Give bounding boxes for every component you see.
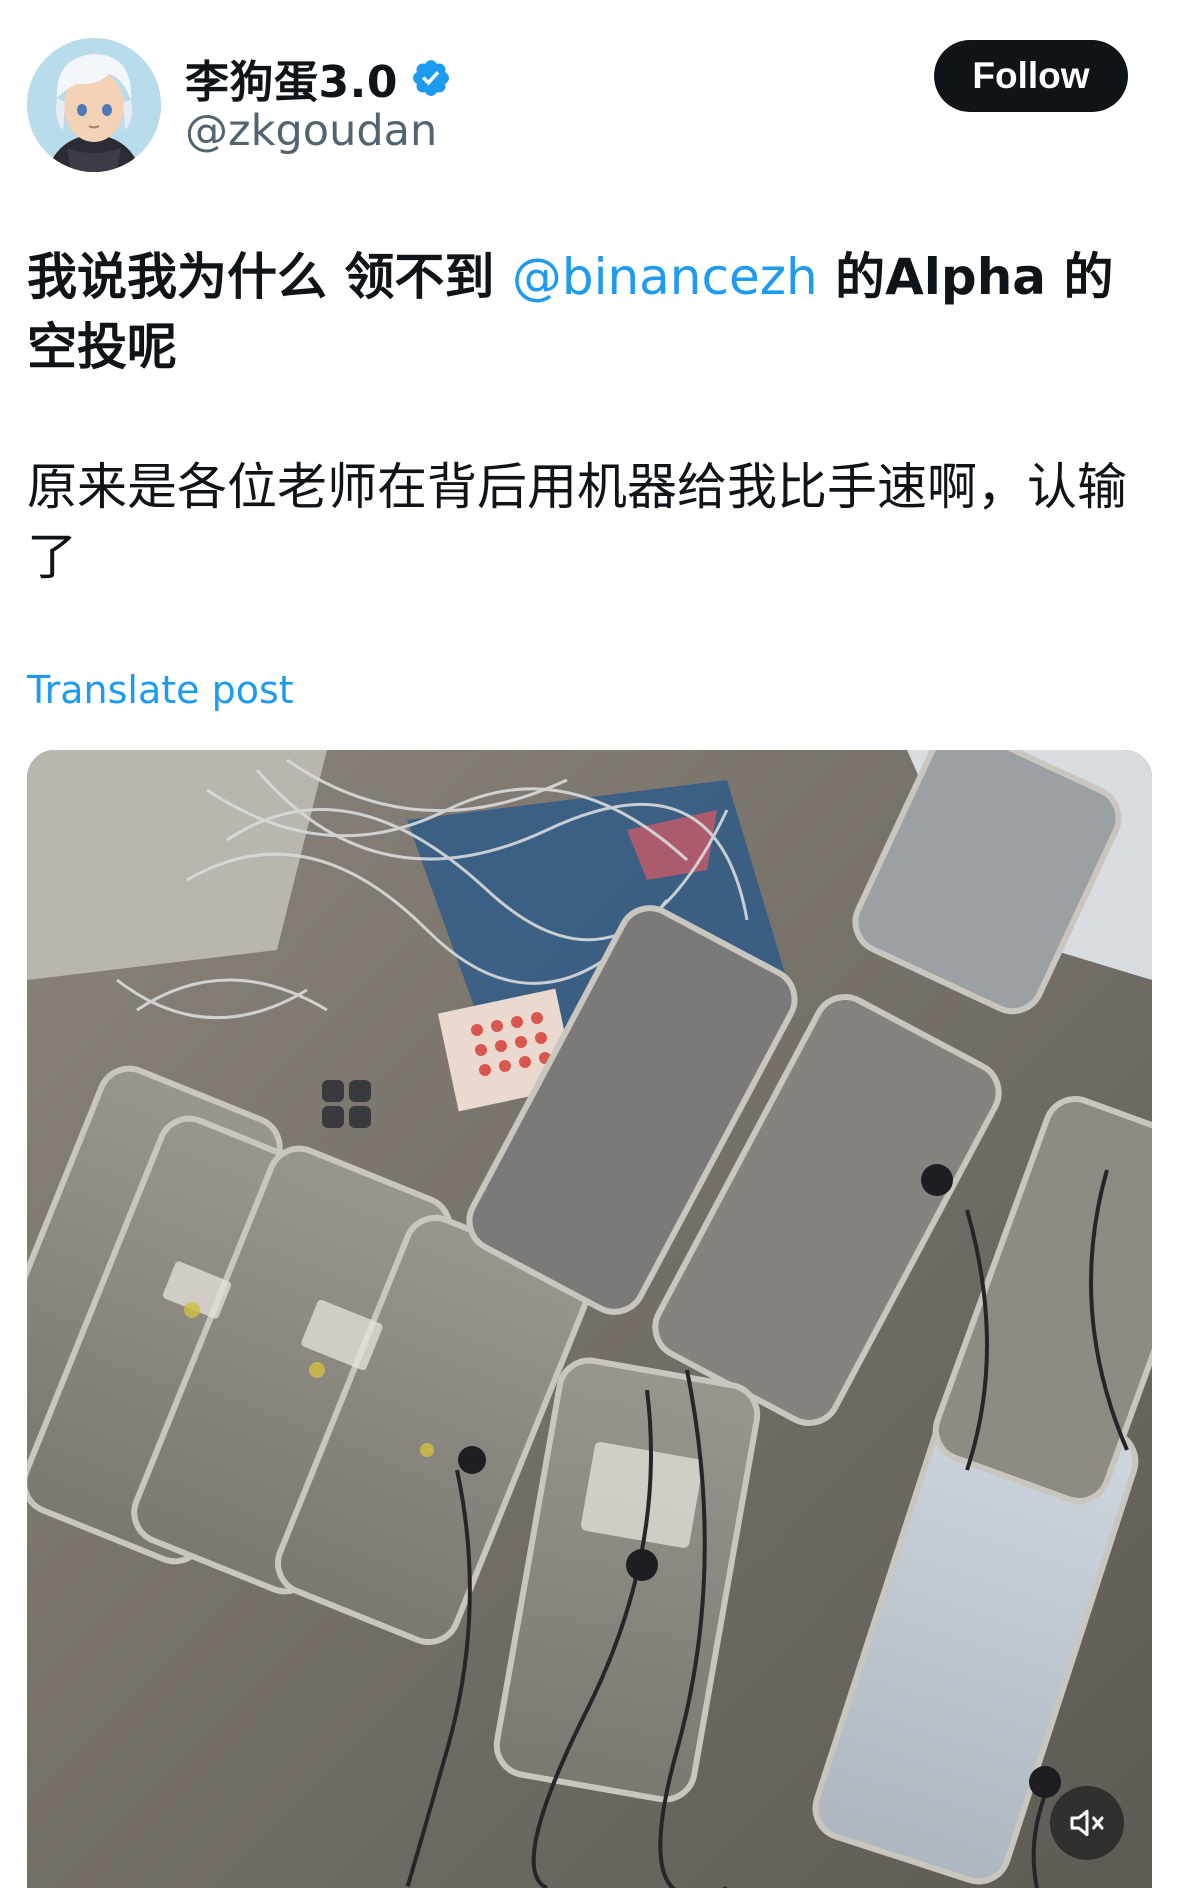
post-text-line2: 原来是各位老师在背后用机器给我比手速啊，认输了 [27,458,1127,586]
mute-toggle-button[interactable] [1050,1786,1124,1860]
post-video[interactable] [27,750,1152,1888]
follow-button[interactable]: Follow [934,40,1128,112]
post-text-line1: 我说我为什么 领不到 @binancezh 的Alpha 的空投呢 [27,242,1157,382]
author-handle[interactable]: @zkgoudan [185,106,437,156]
speaker-muted-icon [1070,1809,1104,1837]
mention-link[interactable]: @binancezh [512,248,818,306]
video-frame [27,750,1152,1888]
post-text-prefix: 我说我为什么 领不到 [27,248,512,306]
verified-badge-icon [413,60,449,96]
anime-avatar-icon [27,38,161,172]
translate-post-link[interactable]: Translate post [27,668,294,712]
avatar[interactable] [27,38,161,172]
author-display-name[interactable]: 李狗蛋3.0 [185,46,398,110]
author-name-row[interactable]: 李狗蛋3.0 [185,48,452,108]
